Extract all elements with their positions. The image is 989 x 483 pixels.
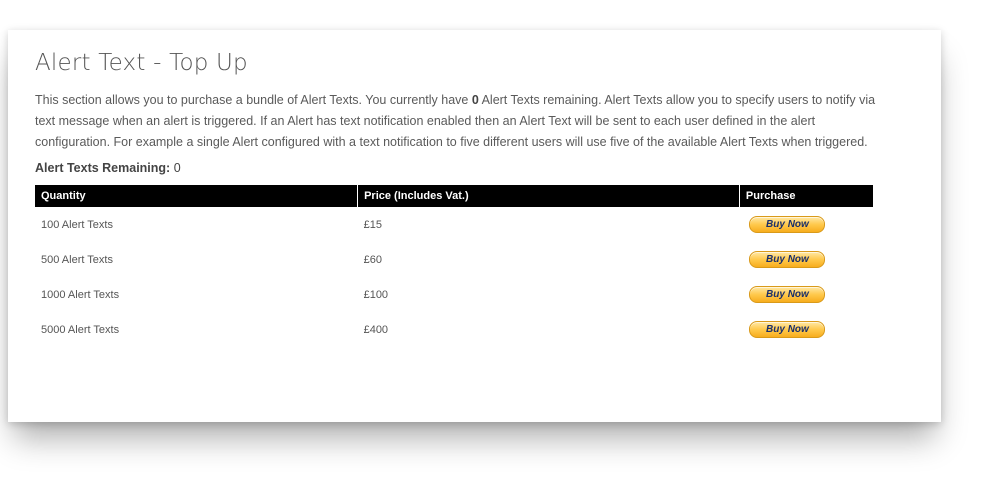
row-price: £100 (363, 288, 389, 301)
remaining-value: 0 (173, 161, 181, 175)
header-price: Price (Includes Vat.) (357, 185, 740, 207)
pricing-table: Quantity Price (Includes Vat.) Purchase … (35, 185, 873, 347)
row-quantity: 100 Alert Texts (41, 218, 113, 231)
row-purchase-cell: Buy Now (739, 312, 873, 347)
row-purchase-cell: Buy Now (739, 242, 873, 277)
description-count: 0 (471, 93, 479, 107)
page-stage: Alert Text - Top Up This section allows … (0, 0, 989, 483)
row-price: £60 (363, 253, 382, 266)
row-price: £400 (363, 323, 389, 336)
table-row: 100 Alert Texts £15 Buy Now (35, 207, 873, 242)
header-quantity: Quantity (35, 185, 359, 207)
buy-now-button[interactable]: Buy Now (749, 216, 826, 233)
table-row: 500 Alert Texts £60 Buy Now (35, 242, 873, 277)
table-row: 1000 Alert Texts £100 Buy Now (35, 277, 873, 312)
buy-now-button[interactable]: Buy Now (749, 251, 826, 268)
section-description: This section allows you to purchase a bu… (35, 90, 885, 153)
buy-now-button[interactable]: Buy Now (749, 286, 826, 303)
header-purchase: Purchase (739, 185, 873, 207)
row-quantity: 5000 Alert Texts (41, 323, 120, 336)
row-quantity: 1000 Alert Texts (41, 288, 120, 301)
table-header-row: Quantity Price (Includes Vat.) Purchase (35, 185, 873, 207)
row-purchase-cell: Buy Now (739, 207, 873, 242)
row-quantity: 500 Alert Texts (41, 253, 113, 266)
buy-now-button[interactable]: Buy Now (749, 321, 826, 338)
description-text-start: This section allows you to purchase a bu… (35, 93, 472, 107)
row-price: £15 (363, 218, 382, 231)
table-row: 5000 Alert Texts £400 Buy Now (35, 312, 873, 347)
row-purchase-cell: Buy Now (739, 277, 873, 312)
top-up-panel: Alert Text - Top Up This section allows … (8, 30, 941, 422)
page-title: Alert Text - Top Up (35, 50, 248, 76)
alert-texts-remaining: Alert Texts Remaining: 0 (35, 161, 914, 175)
remaining-label: Alert Texts Remaining: (35, 161, 171, 175)
